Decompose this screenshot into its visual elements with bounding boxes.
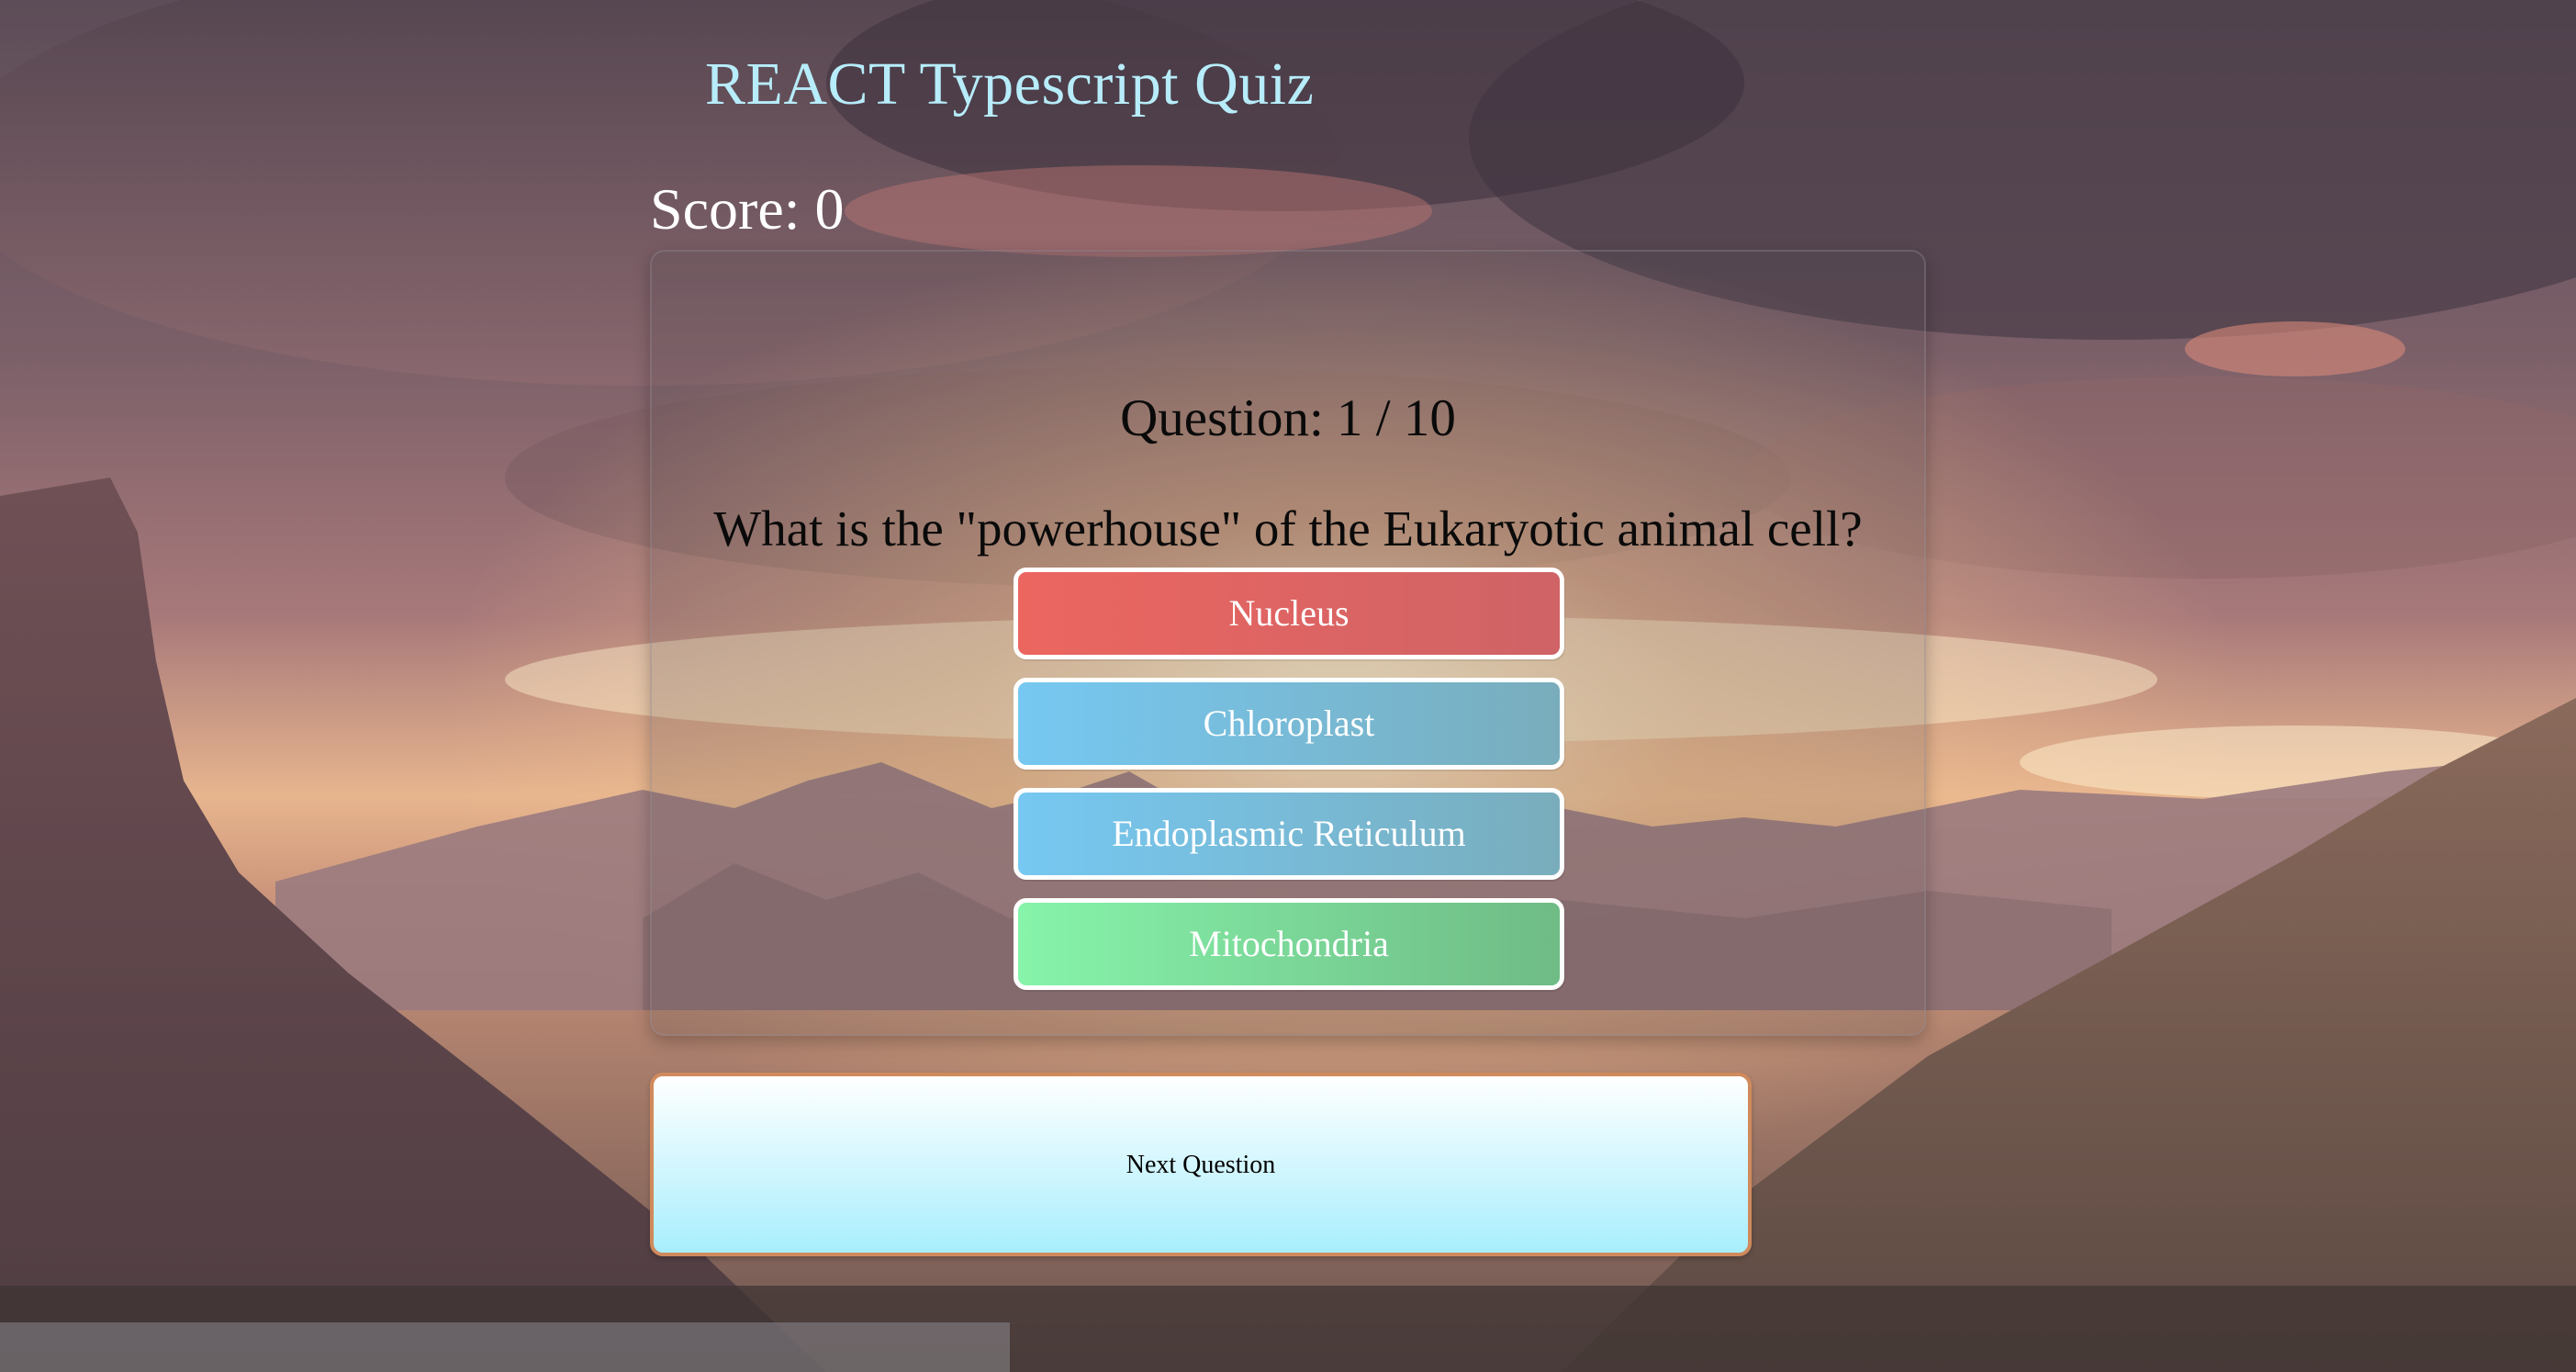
app-title: REACT Typescript Quiz (705, 51, 1315, 118)
quiz-app: REACT Typescript Quiz Score: 0 Question:… (0, 0, 2576, 1372)
answer-button-nucleus[interactable]: Nucleus (1014, 568, 1564, 659)
answer-button-chloroplast[interactable]: Chloroplast (1014, 678, 1564, 770)
answer-button-endoplasmic-reticulum[interactable]: Endoplasmic Reticulum (1014, 788, 1564, 880)
score-display: Score: 0 (650, 176, 845, 242)
question-text: What is the "powerhouse" of the Eukaryot… (713, 500, 1863, 557)
answer-button-mitochondria[interactable]: Mitochondria (1014, 898, 1564, 990)
question-card: Question: 1 / 10 What is the "powerhouse… (650, 250, 1926, 1036)
question-number: Question: 1 / 10 (1120, 389, 1456, 447)
answer-list: Nucleus Chloroplast Endoplasmic Reticulu… (1014, 568, 1564, 1008)
next-question-button[interactable]: Next Question (650, 1073, 1752, 1256)
